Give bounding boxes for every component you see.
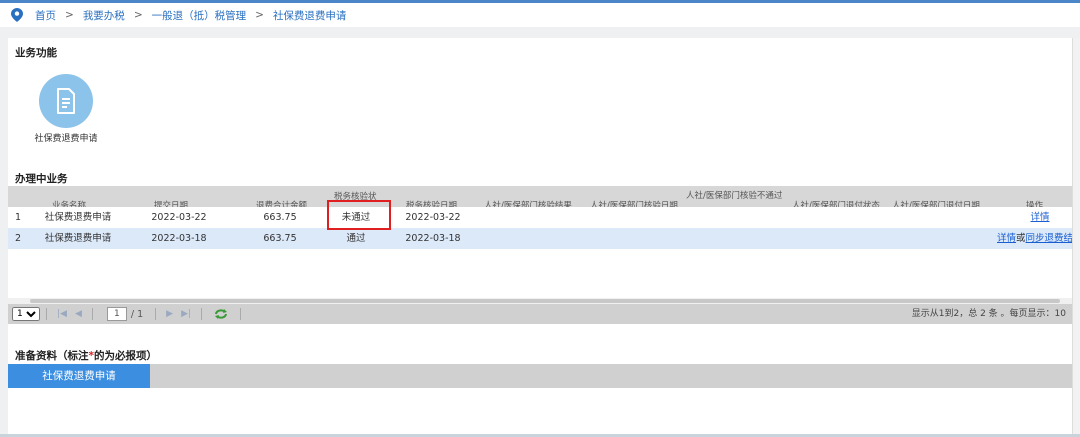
row-sync-refund-link[interactable]: 同步退费结果: [1026, 233, 1072, 244]
document-icon: [57, 88, 75, 114]
prep-title-suffix: 的为必报项）: [94, 350, 157, 362]
breadcrumb-current: 社保费退费申请: [272, 9, 347, 22]
table-row: 1 社保费退费申请 2022-03-22 663.75 未通过 2022-03-…: [8, 207, 1072, 228]
prep-title-prefix: 准备资料（标注: [15, 350, 89, 362]
horizontal-scrollbar-thumb[interactable]: [30, 299, 1060, 303]
th-biz-name: 业务名称: [52, 201, 87, 207]
tab-social-refund-application[interactable]: 社保费退费申请: [8, 364, 150, 388]
th-hr-check-result: 人社/医保部门核验结果: [484, 201, 572, 207]
breadcrumb-refund-management[interactable]: 一般退（抵）税管理: [152, 8, 247, 23]
row-check-date: 2022-03-18: [405, 233, 461, 244]
row-ops-or: 或: [1016, 233, 1026, 244]
row-submit-date: 2022-03-18: [151, 233, 207, 244]
row-number: 1: [14, 212, 22, 223]
function-tile-social-refund[interactable]: 社保费退费申请: [26, 74, 106, 144]
th-hr-refund-status: 人社/医保部门退付状态: [792, 201, 880, 207]
pager-bar: 10 |◀ ◀ 1 / 1 ▶ ▶| 显示从1到2，总 2 条 。每页显示：10: [8, 304, 1072, 324]
th-refund-amount: 退费合计金额: [256, 201, 308, 207]
th-hr-check-date: 人社/医保部门核验日期: [590, 201, 678, 207]
section-title-prep-materials: 准备资料（标注*的为必报项）: [15, 348, 157, 363]
row-biz-name: 社保费退费申请: [44, 233, 112, 244]
section-title-functions: 业务功能: [15, 47, 57, 59]
th-submit-date: 提交日期: [154, 201, 189, 207]
row-detail-link[interactable]: 详情: [997, 233, 1016, 244]
breadcrumb-home[interactable]: 首页: [35, 8, 56, 23]
breadcrumb-separator: >: [255, 9, 264, 21]
function-tile-label: 社保费退费申请: [34, 134, 98, 144]
row-biz-name: 社保费退费申请: [44, 212, 112, 223]
breadcrumb-separator: >: [65, 9, 74, 21]
prep-tab-bar: 社保费退费申请: [8, 364, 1072, 388]
th-tax-check-date: 税务核验日期: [406, 201, 458, 207]
breadcrumb-tax-service[interactable]: 我要办税: [83, 8, 125, 23]
first-page-icon[interactable]: |◀: [57, 309, 67, 319]
page-size-select[interactable]: 10: [12, 307, 40, 321]
breadcrumb-separator: >: [133, 9, 143, 21]
th-hr-reject-reason: 人社/医保部门核验不通过: [686, 191, 783, 201]
row-submit-date: 2022-03-22: [151, 212, 207, 223]
pager-divider: [201, 308, 203, 320]
pager-divider: [91, 308, 93, 320]
refresh-icon[interactable]: [214, 308, 228, 320]
page-number-input[interactable]: 1: [106, 307, 127, 321]
row-status: 通过: [346, 233, 366, 244]
location-pin-icon: [11, 8, 23, 22]
function-tile-icon-bg: [39, 74, 93, 128]
section-title-in-progress: 办理中业务: [15, 173, 68, 185]
pager-info: 显示从1到2，总 2 条 。每页显示：10: [911, 309, 1066, 319]
last-page-icon[interactable]: ▶|: [181, 309, 191, 319]
th-ops: 操作: [1026, 201, 1044, 207]
prev-page-icon[interactable]: ◀: [75, 309, 82, 319]
pager-divider: [155, 308, 157, 320]
row-detail-link[interactable]: 详情: [1030, 212, 1049, 223]
breadcrumb: 首页 > 我要办税 > 一般退（抵）税管理 > 社保费退费申请: [0, 3, 1080, 27]
table-header: 业务名称 提交日期 退费合计金额 税务核验状 税务核验日期 人社/医保部门核验结…: [8, 186, 1072, 207]
row-amount: 663.75: [263, 212, 297, 223]
row-check-date: 2022-03-22: [405, 212, 461, 223]
next-page-icon[interactable]: ▶: [166, 309, 173, 319]
pager-divider: [240, 308, 242, 320]
vertical-scrollbar[interactable]: [1072, 38, 1080, 437]
highlight-annotation-box: [327, 200, 391, 230]
row-number: 2: [14, 233, 22, 244]
table-row: 2 社保费退费申请 2022-03-18 663.75 通过 2022-03-1…: [8, 228, 1072, 249]
th-hr-refund-date: 人社/医保部门退付日期: [892, 201, 980, 207]
page-total: / 1: [130, 308, 144, 320]
row-amount: 663.75: [263, 233, 297, 244]
pager-divider: [46, 308, 47, 320]
